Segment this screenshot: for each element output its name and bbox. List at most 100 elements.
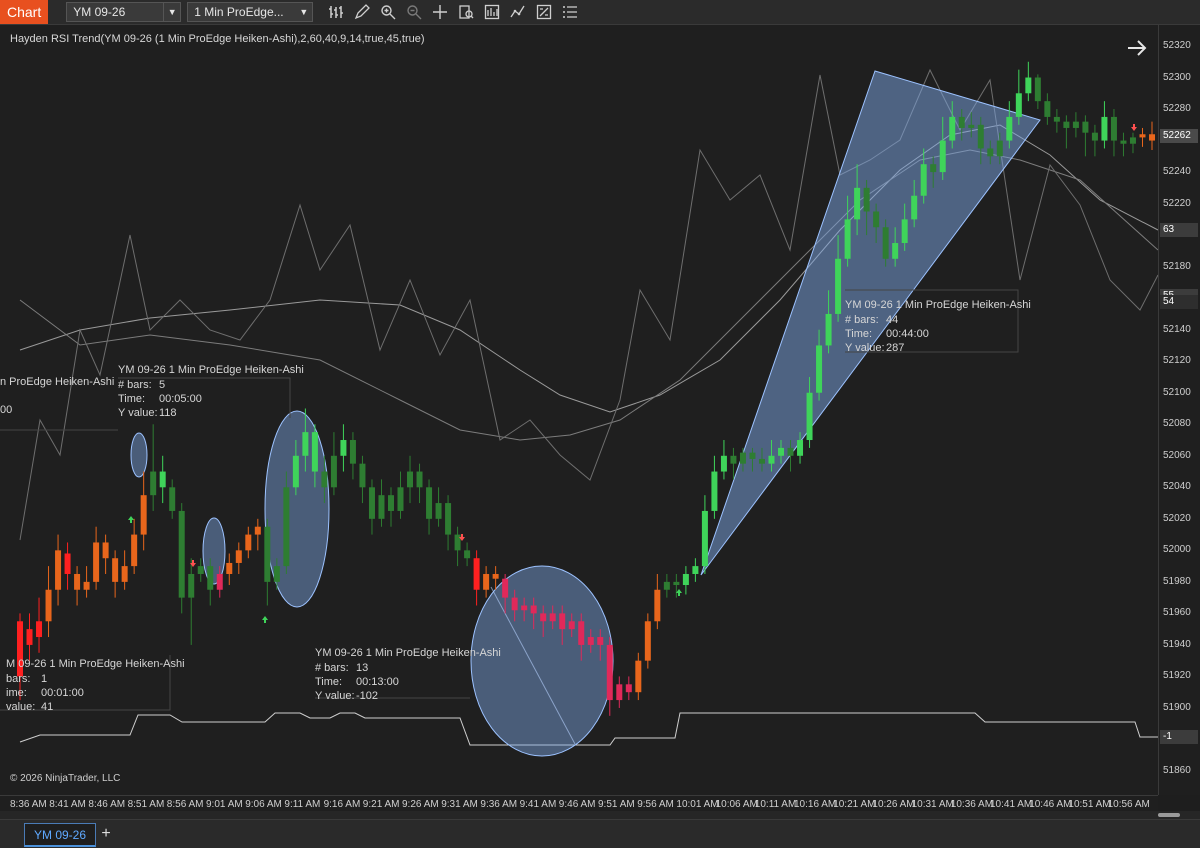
candle-body	[549, 613, 556, 622]
candle-body	[835, 258, 842, 314]
info-key: Time:	[845, 328, 873, 340]
time-tick: 10:06 AM	[715, 799, 758, 810]
crosshair-icon[interactable]	[429, 1, 451, 23]
candle-body	[939, 140, 946, 173]
bar-style-icon[interactable]	[325, 1, 347, 23]
time-tick: 10:51 AM	[1068, 799, 1111, 810]
candle-body	[169, 487, 176, 511]
candle-body	[1139, 134, 1146, 138]
price-tick: 51920	[1163, 670, 1191, 682]
candle-body	[711, 471, 718, 511]
price-tick: 52120	[1163, 355, 1191, 367]
chart-trader-icon[interactable]	[481, 1, 503, 23]
indicator-value-tag: -1	[1160, 730, 1198, 744]
instrument-value: YM 09-26	[73, 5, 126, 19]
info-key: # bars:	[315, 662, 349, 674]
candle-body	[854, 187, 861, 220]
candle-body	[273, 566, 280, 582]
candle-body	[787, 447, 794, 456]
price-tick: 52020	[1163, 512, 1191, 524]
candle-body	[768, 455, 775, 464]
bottom-tab-bar: YM 09-26 +	[0, 819, 1200, 848]
price-tick: 51980	[1163, 575, 1191, 587]
chevron-down-icon[interactable]: ▼	[163, 3, 180, 21]
candle-body	[1129, 137, 1136, 144]
tab-ym-09-26[interactable]: YM 09-26	[24, 823, 96, 847]
candle-body	[844, 219, 851, 259]
candle-body	[283, 487, 290, 567]
candle-body	[36, 621, 43, 638]
candle-body	[616, 684, 623, 701]
candle-body	[911, 195, 918, 220]
ruler-info-box: n ProEdge Heiken-Ashi 00	[0, 375, 114, 417]
strategies-icon[interactable]	[533, 1, 555, 23]
zoom-in-icon[interactable]	[377, 1, 399, 23]
candle-body	[387, 495, 394, 511]
time-tick: 9:16 AM	[323, 799, 361, 810]
candle-body	[1120, 140, 1127, 144]
candle-body	[378, 495, 385, 519]
price-tick: 52100	[1163, 386, 1191, 398]
time-tick: 9:41 AM	[519, 799, 557, 810]
candle-body	[1025, 77, 1032, 94]
candle-body	[349, 440, 356, 464]
indicators-icon[interactable]	[507, 1, 529, 23]
data-box-icon[interactable]	[455, 1, 477, 23]
horizontal-scrollbar[interactable]	[0, 811, 1200, 819]
candle-body	[540, 613, 547, 622]
time-tick: 9:56 AM	[637, 799, 674, 810]
properties-icon[interactable]	[559, 1, 581, 23]
price-tick: 52240	[1163, 166, 1191, 178]
chart-window-tab[interactable]: Chart	[0, 0, 49, 24]
zoom-out-icon[interactable]	[403, 1, 425, 23]
candle-body	[321, 471, 328, 488]
buy-signal-arrow-icon	[128, 516, 134, 523]
price-tick: 52300	[1163, 71, 1191, 83]
add-tab-button[interactable]: +	[98, 825, 114, 843]
scrollbar-thumb[interactable]	[1158, 813, 1180, 817]
info-value: 118	[159, 407, 177, 419]
candle-body	[55, 550, 62, 590]
candle-body	[26, 629, 33, 645]
info-value: 00:01:00	[41, 687, 84, 699]
candle-body	[987, 148, 994, 157]
candle-body	[1082, 121, 1089, 133]
bar-type-selector[interactable]: 1 Min ProEdge... ▼	[187, 2, 314, 22]
candle-body	[1091, 132, 1098, 141]
candle-body	[816, 345, 823, 393]
candle-body	[863, 187, 870, 212]
candle-body	[264, 526, 271, 582]
time-tick: 10:16 AM	[794, 799, 837, 810]
draw-pencil-icon[interactable]	[351, 1, 373, 23]
instrument-selector[interactable]: YM 09-26 ▼	[66, 2, 182, 22]
candle-body	[464, 550, 471, 559]
candle-body	[1053, 116, 1060, 122]
candle-body	[74, 573, 81, 590]
candle-body	[1015, 93, 1022, 117]
time-tick: 10:26 AM	[872, 799, 915, 810]
candle-body	[235, 550, 242, 563]
candle-body	[1149, 134, 1155, 141]
price-axis[interactable]: 5232052300522805226052240522205220052180…	[1158, 25, 1200, 795]
time-tick: 10:11 AM	[754, 799, 797, 810]
candle-body	[882, 227, 889, 259]
time-tick: 10:21 AM	[833, 799, 876, 810]
time-tick: 9:21 AM	[362, 799, 400, 810]
ruler-info-box: YM 09-26 1 Min ProEdge Heiken-Ashi # bar…	[845, 298, 1031, 355]
candle-body	[407, 471, 414, 488]
candle-body	[150, 471, 157, 496]
time-tick: 8:56 AM	[166, 799, 204, 810]
candle-body	[663, 581, 670, 590]
arrow-right-icon[interactable]	[1126, 38, 1148, 58]
price-tick: 51860	[1163, 765, 1191, 776]
candle-body	[131, 534, 138, 567]
candle-body	[625, 684, 632, 693]
buy-signal-arrow-icon	[676, 589, 682, 596]
candle-body	[578, 621, 585, 645]
info-value: 5	[159, 379, 166, 391]
current-price-tag: 52262	[1160, 129, 1198, 143]
price-tick: 52000	[1163, 544, 1191, 556]
candle-body	[901, 219, 908, 244]
candle-body	[159, 471, 166, 488]
time-tick: 10:31 AM	[911, 799, 954, 810]
